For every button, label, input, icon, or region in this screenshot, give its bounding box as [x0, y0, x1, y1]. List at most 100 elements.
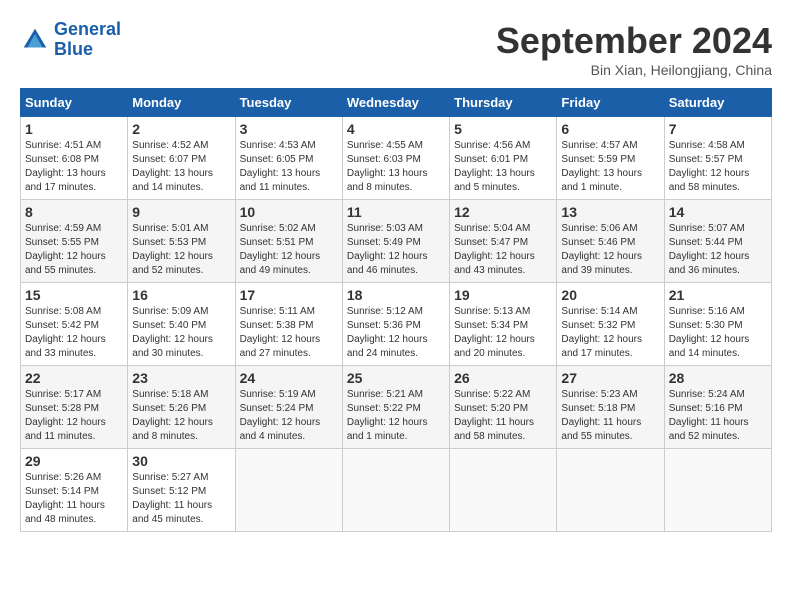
title-block: September 2024 Bin Xian, Heilongjiang, C… [496, 20, 772, 78]
logo-line1: General [54, 19, 121, 39]
logo-line2: Blue [54, 39, 93, 59]
day-info: Sunrise: 4:56 AM Sunset: 6:01 PM Dayligh… [454, 139, 552, 195]
calendar-cell: 16 Sunrise: 5:09 AM Sunset: 5:40 PM Dayli… [128, 283, 235, 366]
calendar-cell [342, 449, 449, 532]
week-row-1: 1Sunrise: 4:51 AM Sunset: 6:08 PM Daylig… [21, 117, 772, 200]
calendar-cell: 1Sunrise: 4:51 AM Sunset: 6:08 PM Daylig… [21, 117, 128, 200]
day-info: Sunrise: 5:16 AM Sunset: 5:30 PM Dayligh… [669, 305, 767, 361]
day-number: 22 [25, 370, 123, 386]
day-info: Sunrise: 5:14 AM Sunset: 5:32 PM Dayligh… [561, 305, 659, 361]
day-number: 8 [25, 204, 123, 220]
calendar-cell [664, 449, 771, 532]
day-number: 14 [669, 204, 767, 220]
day-number: 7 [669, 121, 767, 137]
day-info: Sunrise: 5:06 AM Sunset: 5:46 PM Dayligh… [561, 222, 659, 278]
calendar-cell: 30 Sunrise: 5:27 AM Sunset: 5:12 PM Dayli… [128, 449, 235, 532]
calendar-cell: 18 Sunrise: 5:12 AM Sunset: 5:36 PM Dayli… [342, 283, 449, 366]
calendar-cell: 12Sunrise: 5:04 AM Sunset: 5:47 PM Dayli… [450, 200, 557, 283]
calendar-cell: 22 Sunrise: 5:17 AM Sunset: 5:28 PM Dayli… [21, 366, 128, 449]
day-number: 27 [561, 370, 659, 386]
calendar-cell: 27 Sunrise: 5:23 AM Sunset: 5:18 PM Dayli… [557, 366, 664, 449]
day-info: Sunrise: 5:21 AM Sunset: 5:22 PM Dayligh… [347, 388, 445, 444]
calendar-cell: 15 Sunrise: 5:08 AM Sunset: 5:42 PM Dayli… [21, 283, 128, 366]
day-info: Sunrise: 4:55 AM Sunset: 6:03 PM Dayligh… [347, 139, 445, 195]
calendar-table: SundayMondayTuesdayWednesdayThursdayFrid… [20, 88, 772, 532]
calendar-cell [235, 449, 342, 532]
day-number: 17 [240, 287, 338, 303]
day-number: 9 [132, 204, 230, 220]
calendar-cell: 3 Sunrise: 4:53 AM Sunset: 6:05 PM Daylig… [235, 117, 342, 200]
calendar-cell: 11Sunrise: 5:03 AM Sunset: 5:49 PM Dayli… [342, 200, 449, 283]
day-number: 13 [561, 204, 659, 220]
day-info: Sunrise: 5:11 AM Sunset: 5:38 PM Dayligh… [240, 305, 338, 361]
week-row-4: 22 Sunrise: 5:17 AM Sunset: 5:28 PM Dayli… [21, 366, 772, 449]
calendar-cell: 28 Sunrise: 5:24 AM Sunset: 5:16 PM Dayli… [664, 366, 771, 449]
location-subtitle: Bin Xian, Heilongjiang, China [496, 62, 772, 78]
day-number: 11 [347, 204, 445, 220]
calendar-cell: 5 Sunrise: 4:56 AM Sunset: 6:01 PM Daylig… [450, 117, 557, 200]
day-info: Sunrise: 4:57 AM Sunset: 5:59 PM Dayligh… [561, 139, 659, 195]
calendar-header-row: SundayMondayTuesdayWednesdayThursdayFrid… [21, 89, 772, 117]
calendar-cell: 26 Sunrise: 5:22 AM Sunset: 5:20 PM Dayli… [450, 366, 557, 449]
day-info: Sunrise: 5:22 AM Sunset: 5:20 PM Dayligh… [454, 388, 552, 444]
day-number: 10 [240, 204, 338, 220]
day-number: 28 [669, 370, 767, 386]
calendar-cell: 19Sunrise: 5:13 AM Sunset: 5:34 PM Dayli… [450, 283, 557, 366]
calendar-cell: 10 Sunrise: 5:02 AM Sunset: 5:51 PM Dayli… [235, 200, 342, 283]
calendar-cell: 24Sunrise: 5:19 AM Sunset: 5:24 PM Dayli… [235, 366, 342, 449]
calendar-cell: 20 Sunrise: 5:14 AM Sunset: 5:32 PM Dayli… [557, 283, 664, 366]
header-day-thursday: Thursday [450, 89, 557, 117]
day-info: Sunrise: 5:17 AM Sunset: 5:28 PM Dayligh… [25, 388, 123, 444]
day-number: 19 [454, 287, 552, 303]
day-info: Sunrise: 5:09 AM Sunset: 5:40 PM Dayligh… [132, 305, 230, 361]
day-number: 21 [669, 287, 767, 303]
day-info: Sunrise: 4:58 AM Sunset: 5:57 PM Dayligh… [669, 139, 767, 195]
day-info: Sunrise: 5:02 AM Sunset: 5:51 PM Dayligh… [240, 222, 338, 278]
calendar-cell: 23Sunrise: 5:18 AM Sunset: 5:26 PM Dayli… [128, 366, 235, 449]
day-info: Sunrise: 5:23 AM Sunset: 5:18 PM Dayligh… [561, 388, 659, 444]
day-number: 20 [561, 287, 659, 303]
day-number: 2 [132, 121, 230, 137]
day-number: 24 [240, 370, 338, 386]
day-info: Sunrise: 4:51 AM Sunset: 6:08 PM Dayligh… [25, 139, 123, 195]
logo-text: General Blue [54, 20, 121, 60]
day-number: 30 [132, 453, 230, 469]
day-number: 6 [561, 121, 659, 137]
day-info: Sunrise: 5:27 AM Sunset: 5:12 PM Dayligh… [132, 471, 230, 527]
calendar-body: 1Sunrise: 4:51 AM Sunset: 6:08 PM Daylig… [21, 117, 772, 532]
day-info: Sunrise: 5:01 AM Sunset: 5:53 PM Dayligh… [132, 222, 230, 278]
month-title: September 2024 [496, 20, 772, 62]
calendar-cell: 8Sunrise: 4:59 AM Sunset: 5:55 PM Daylig… [21, 200, 128, 283]
day-number: 26 [454, 370, 552, 386]
header-day-friday: Friday [557, 89, 664, 117]
day-number: 23 [132, 370, 230, 386]
calendar-cell: 4Sunrise: 4:55 AM Sunset: 6:03 PM Daylig… [342, 117, 449, 200]
header-day-monday: Monday [128, 89, 235, 117]
day-number: 5 [454, 121, 552, 137]
day-info: Sunrise: 4:53 AM Sunset: 6:05 PM Dayligh… [240, 139, 338, 195]
calendar-cell: 21 Sunrise: 5:16 AM Sunset: 5:30 PM Dayli… [664, 283, 771, 366]
day-info: Sunrise: 5:24 AM Sunset: 5:16 PM Dayligh… [669, 388, 767, 444]
day-info: Sunrise: 5:07 AM Sunset: 5:44 PM Dayligh… [669, 222, 767, 278]
calendar-cell [450, 449, 557, 532]
day-info: Sunrise: 5:12 AM Sunset: 5:36 PM Dayligh… [347, 305, 445, 361]
header-day-saturday: Saturday [664, 89, 771, 117]
calendar-cell: 9 Sunrise: 5:01 AM Sunset: 5:53 PM Daylig… [128, 200, 235, 283]
day-info: Sunrise: 4:52 AM Sunset: 6:07 PM Dayligh… [132, 139, 230, 195]
page-header: General Blue September 2024 Bin Xian, He… [20, 20, 772, 78]
day-number: 3 [240, 121, 338, 137]
calendar-cell: 6 Sunrise: 4:57 AM Sunset: 5:59 PM Daylig… [557, 117, 664, 200]
week-row-2: 8Sunrise: 4:59 AM Sunset: 5:55 PM Daylig… [21, 200, 772, 283]
header-day-sunday: Sunday [21, 89, 128, 117]
calendar-cell: 25 Sunrise: 5:21 AM Sunset: 5:22 PM Dayli… [342, 366, 449, 449]
day-number: 18 [347, 287, 445, 303]
day-number: 25 [347, 370, 445, 386]
day-info: Sunrise: 5:08 AM Sunset: 5:42 PM Dayligh… [25, 305, 123, 361]
calendar-cell: 17 Sunrise: 5:11 AM Sunset: 5:38 PM Dayli… [235, 283, 342, 366]
day-number: 16 [132, 287, 230, 303]
week-row-3: 15 Sunrise: 5:08 AM Sunset: 5:42 PM Dayli… [21, 283, 772, 366]
calendar-cell: 13 Sunrise: 5:06 AM Sunset: 5:46 PM Dayli… [557, 200, 664, 283]
day-number: 15 [25, 287, 123, 303]
calendar-cell: 2 Sunrise: 4:52 AM Sunset: 6:07 PM Daylig… [128, 117, 235, 200]
calendar-cell: 14 Sunrise: 5:07 AM Sunset: 5:44 PM Dayli… [664, 200, 771, 283]
